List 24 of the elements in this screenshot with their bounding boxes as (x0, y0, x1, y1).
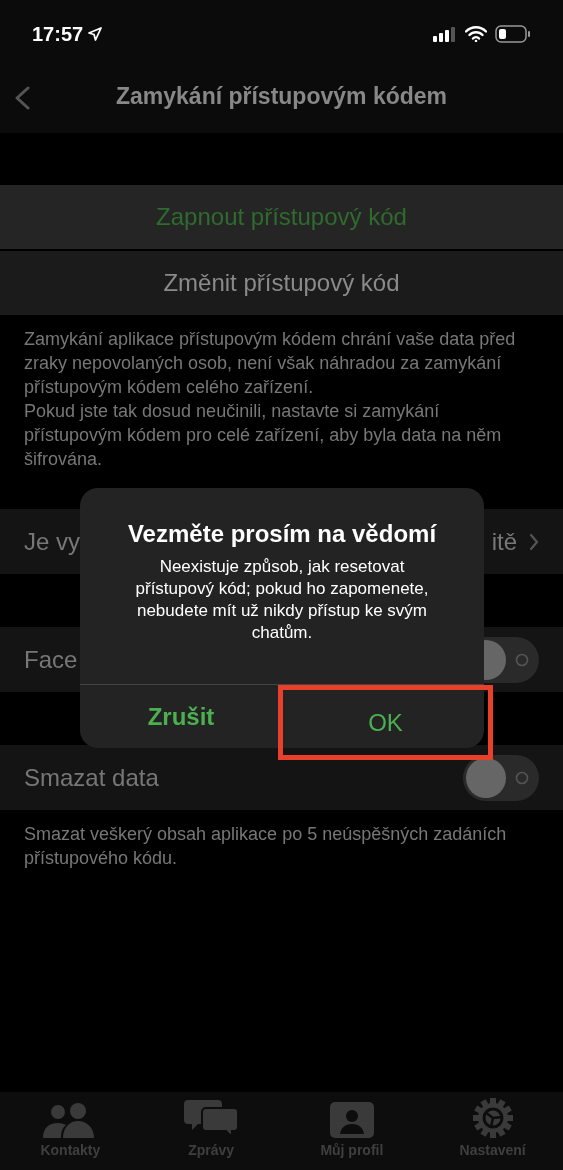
toggle-switch[interactable] (463, 754, 539, 801)
footer-note: Smazat veškerý obsah aplikace po 5 neúspěšných zadáních přístupového kódu. (23, 823, 508, 870)
location-arrow-icon (88, 27, 103, 41)
action-button[interactable]: Zapnout přístupový kód (0, 185, 563, 249)
battery-icon (495, 25, 531, 43)
alert-message: Neexistuje způsob, jak resetovat přístupový kód; pokud ho zapomenete, nebudete mít už nikdy přístup ke svým chatům. (134, 556, 430, 644)
alert-title: Vezměte prosím na vědomí (126, 519, 438, 549)
off-circle-icon (515, 652, 529, 667)
signal-icon (433, 26, 457, 42)
screen-title: Zamykání přístupovým kódem (115, 82, 447, 112)
chat-bubbles-icon (184, 1100, 239, 1138)
alert-button[interactable]: Zrušit (80, 685, 282, 748)
off-circle-icon (515, 770, 529, 785)
description-text: Zamykání aplikace přístupovým kódem chrání vaše data před zraky nepovolaných osob, není však náhradou za zamykání přístupovým kódem celého zařízení. Pokud jste tak dosud neučinili, nastavte si zamykání přístupovým kódem pro celé zařízení, aby byla data na něm šifrována. (23, 328, 517, 471)
wifi-icon (465, 26, 487, 42)
row-value: itě (491, 526, 517, 557)
chevron-icon (529, 532, 539, 551)
row-label: Face (24, 644, 78, 675)
status-time: 17:57 (32, 22, 84, 47)
settings-icon (472, 1098, 513, 1138)
row-label: Smazat data (24, 762, 159, 793)
action-button[interactable]: Změnit přístupový kód (0, 251, 563, 315)
profile-card-icon (329, 1102, 374, 1138)
row-label: Je vy (24, 526, 80, 557)
